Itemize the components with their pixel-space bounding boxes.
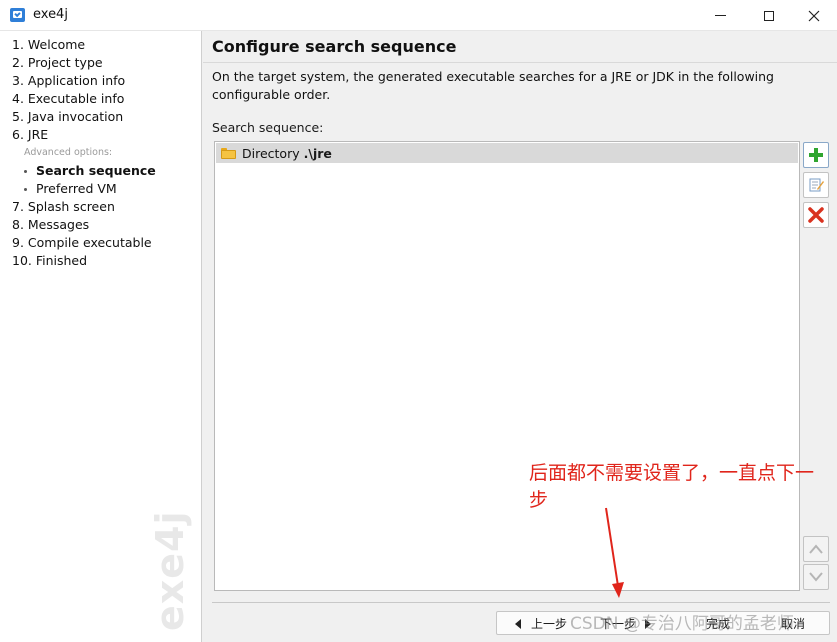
bullet-icon bbox=[24, 170, 27, 173]
maximize-button[interactable] bbox=[746, 0, 792, 31]
step-search-sequence[interactable]: Search sequence bbox=[36, 163, 156, 178]
page-title: Configure search sequence bbox=[212, 37, 457, 56]
list-item[interactable]: Directory .\jre bbox=[216, 143, 798, 163]
title-bar: exe4j bbox=[0, 0, 837, 31]
move-down-icon bbox=[809, 572, 823, 582]
move-up-button[interactable] bbox=[803, 536, 829, 562]
exe4j-watermark: exe4j bbox=[148, 510, 192, 631]
entry-type: Directory bbox=[242, 145, 300, 161]
search-sequence-list[interactable]: Directory .\jre bbox=[214, 141, 800, 591]
step-application-info[interactable]: 3. Application info bbox=[12, 73, 125, 88]
wizard-steps-sidebar: 1. Welcome 2. Project type 3. Applicatio… bbox=[0, 31, 202, 642]
page-description: On the target system, the generated exec… bbox=[212, 69, 774, 102]
step-preferred-vm[interactable]: Preferred VM bbox=[36, 181, 117, 196]
edit-icon bbox=[809, 178, 824, 192]
step-compile-executable[interactable]: 9. Compile executable bbox=[12, 235, 152, 250]
remove-entry-button[interactable] bbox=[803, 202, 829, 228]
minimize-button[interactable] bbox=[697, 0, 743, 31]
close-button[interactable] bbox=[791, 0, 837, 31]
annotation-note: 后面都不需要设置了，一直点下一步 bbox=[529, 462, 815, 511]
step-splash-screen[interactable]: 7. Splash screen bbox=[12, 199, 115, 214]
step-project-type[interactable]: 2. Project type bbox=[12, 55, 103, 70]
add-entry-button[interactable] bbox=[803, 142, 829, 168]
exe4j-app-icon bbox=[10, 8, 25, 22]
move-up-icon bbox=[809, 544, 823, 554]
edit-entry-button[interactable] bbox=[803, 172, 829, 198]
add-icon bbox=[809, 148, 823, 162]
minimize-icon bbox=[714, 15, 726, 16]
main-panel: Configure search sequence On the target … bbox=[203, 31, 837, 642]
step-jre[interactable]: 6. JRE bbox=[12, 127, 48, 142]
back-arrow-icon bbox=[515, 619, 521, 629]
step-executable-info[interactable]: 4. Executable info bbox=[12, 91, 124, 106]
close-icon bbox=[808, 10, 820, 21]
bullet-icon bbox=[24, 188, 27, 191]
advanced-options-label: Advanced options: bbox=[24, 147, 113, 158]
csdn-watermark: CSDN @专治八阿哥的孟老师 bbox=[570, 614, 794, 634]
window-title: exe4j bbox=[33, 7, 68, 22]
move-down-button[interactable] bbox=[803, 564, 829, 590]
entry-path: .\jre bbox=[303, 145, 332, 161]
header-divider bbox=[203, 62, 837, 63]
search-sequence-label: Search sequence: bbox=[212, 120, 324, 135]
step-messages[interactable]: 8. Messages bbox=[12, 217, 89, 232]
step-finished[interactable]: 10. Finished bbox=[12, 253, 87, 268]
step-welcome[interactable]: 1. Welcome bbox=[12, 37, 85, 52]
step-java-invocation[interactable]: 5. Java invocation bbox=[12, 109, 123, 124]
folder-icon bbox=[221, 147, 236, 159]
maximize-icon bbox=[764, 10, 774, 21]
footer-divider bbox=[212, 602, 830, 603]
back-button[interactable]: 上一步 bbox=[531, 615, 567, 632]
remove-icon bbox=[808, 207, 824, 223]
